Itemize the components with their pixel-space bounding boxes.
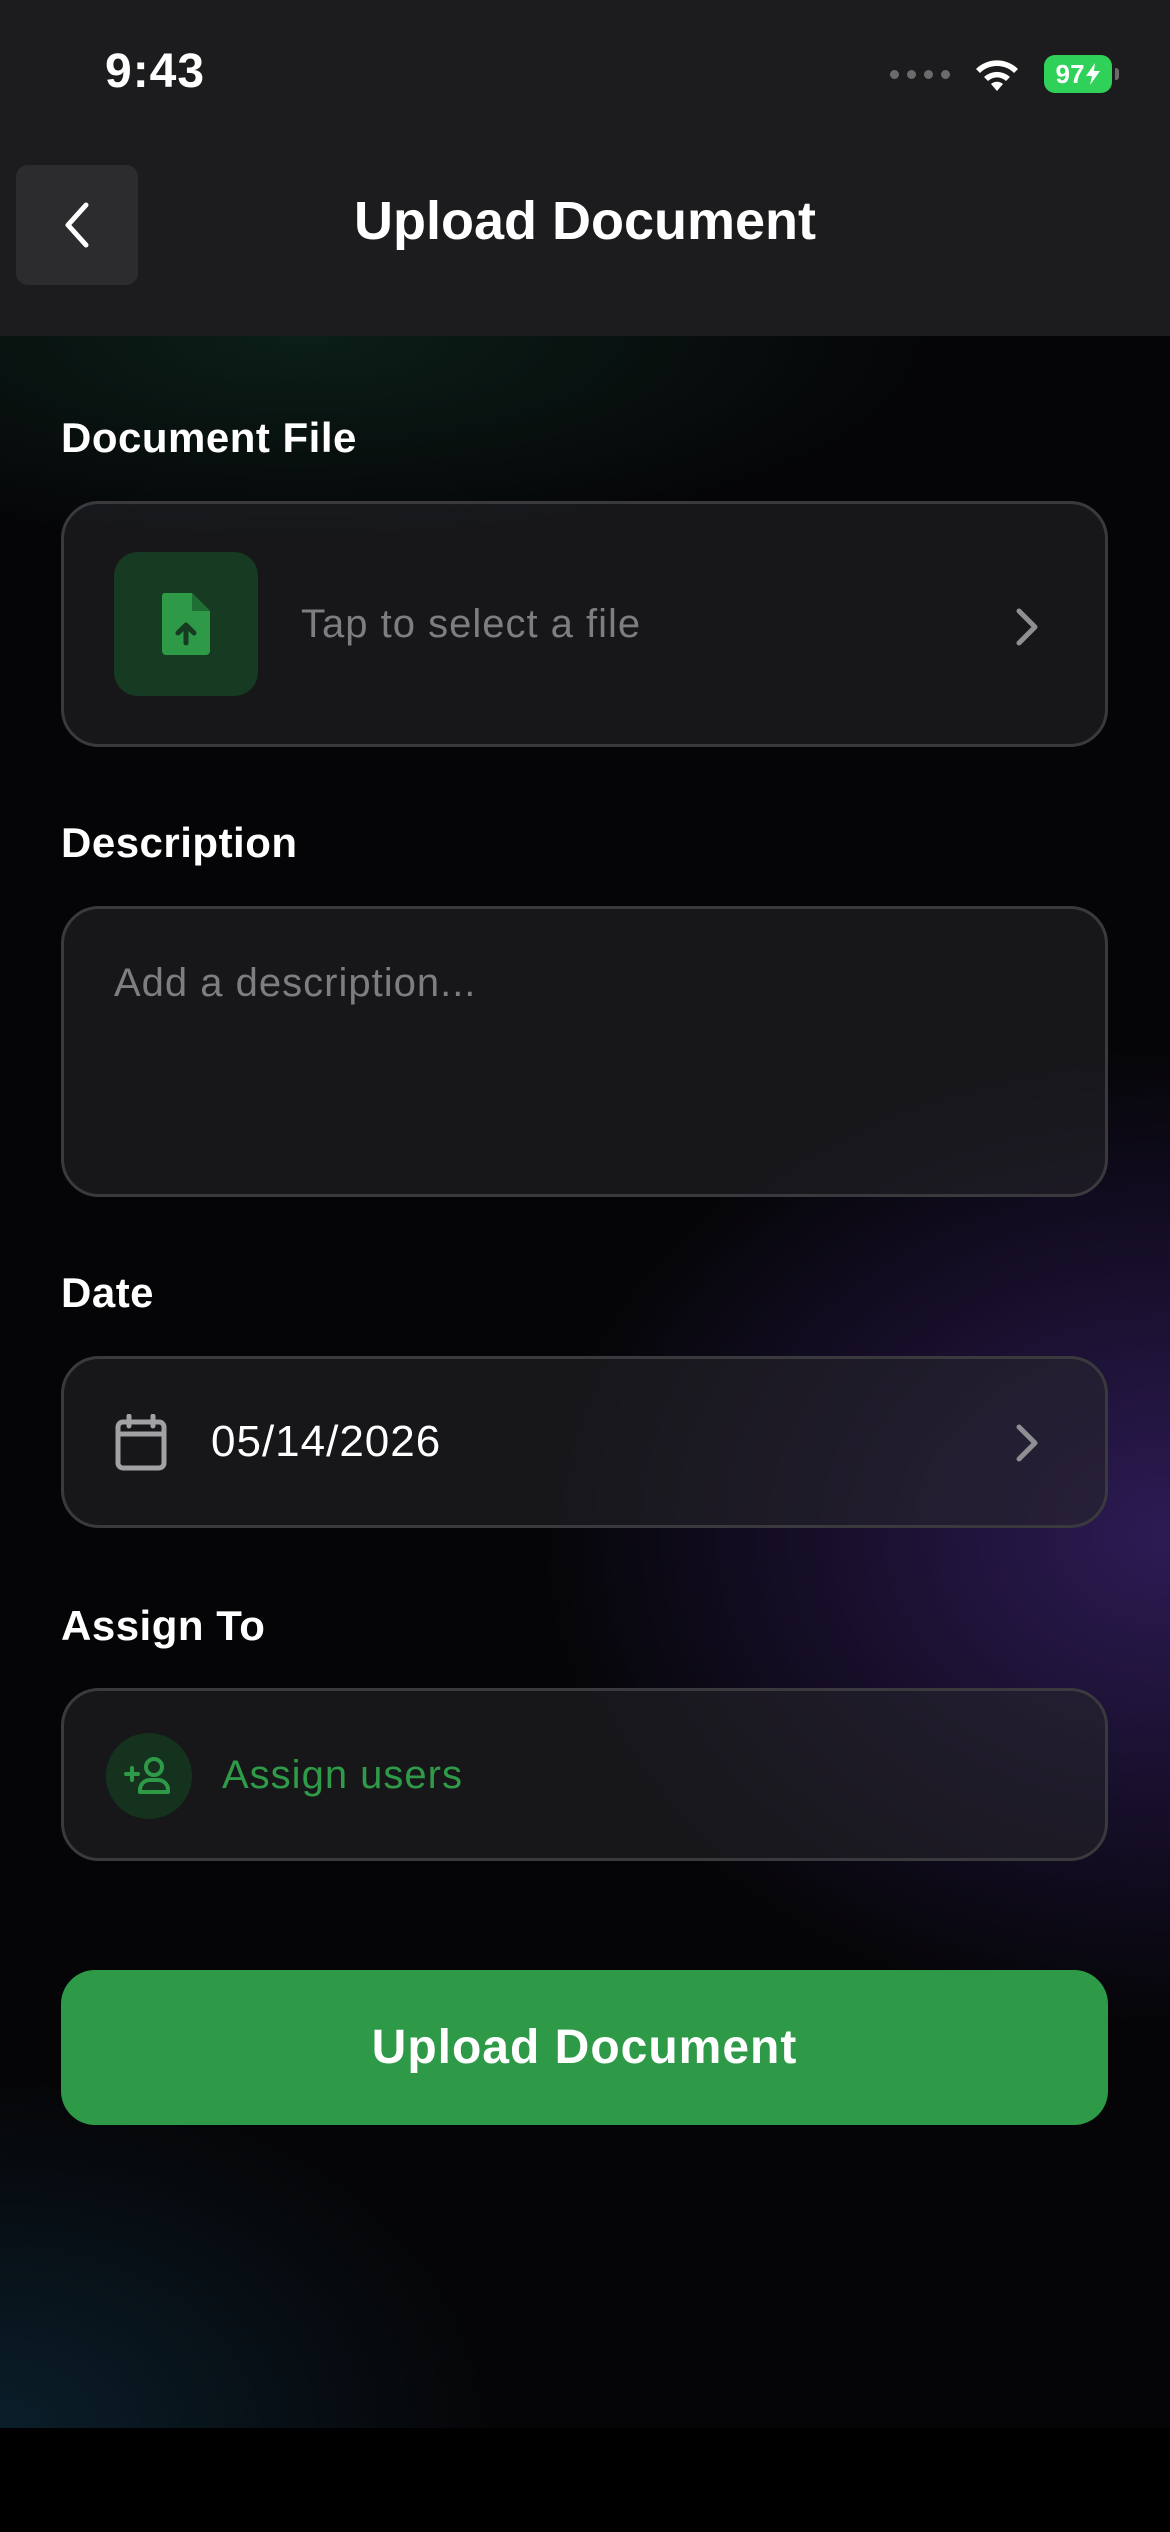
description-field[interactable]: Add a description... [61,906,1108,1197]
file-upload-icon [161,593,210,655]
calendar-icon [115,1414,167,1471]
description-label: Description [61,819,298,866]
battery-level: 97 [1055,58,1085,89]
assign-users-button[interactable]: Assign users [61,1688,1108,1861]
assign-to-label: Assign To [61,1602,266,1649]
status-time: 9:43 [105,45,206,98]
document-file-label: Document File [61,414,357,461]
assign-icon-container [106,1733,192,1819]
date-label: Date [61,1269,155,1316]
file-placeholder: Tap to select a file [301,602,642,646]
signal-dots-icon [890,69,950,79]
chevron-right-icon [1016,1424,1038,1462]
wifi-icon [976,60,1018,91]
file-icon-container [114,552,258,696]
bottom-safe-area [0,2428,1170,2532]
date-picker[interactable]: 05/14/2026 [61,1356,1108,1528]
upload-form: Document File Tap to select a file Descr… [0,336,1170,2428]
date-value: 05/14/2026 [211,1417,442,1466]
assign-users-label: Assign users [222,1753,463,1797]
battery-charging-icon: 97 [1044,55,1119,93]
description-placeholder: Add a description... [114,961,477,1005]
add-user-icon [124,1757,170,1794]
status-bar: 9:43 97 [0,0,1170,160]
file-picker[interactable]: Tap to select a file [61,501,1108,747]
page-title: Upload Document [353,191,816,251]
chevron-right-icon [1016,608,1038,646]
navigation-header: Upload Document [0,160,1170,336]
status-icons: 97 [890,52,1119,96]
upload-document-button[interactable]: Upload Document [61,1970,1108,2125]
